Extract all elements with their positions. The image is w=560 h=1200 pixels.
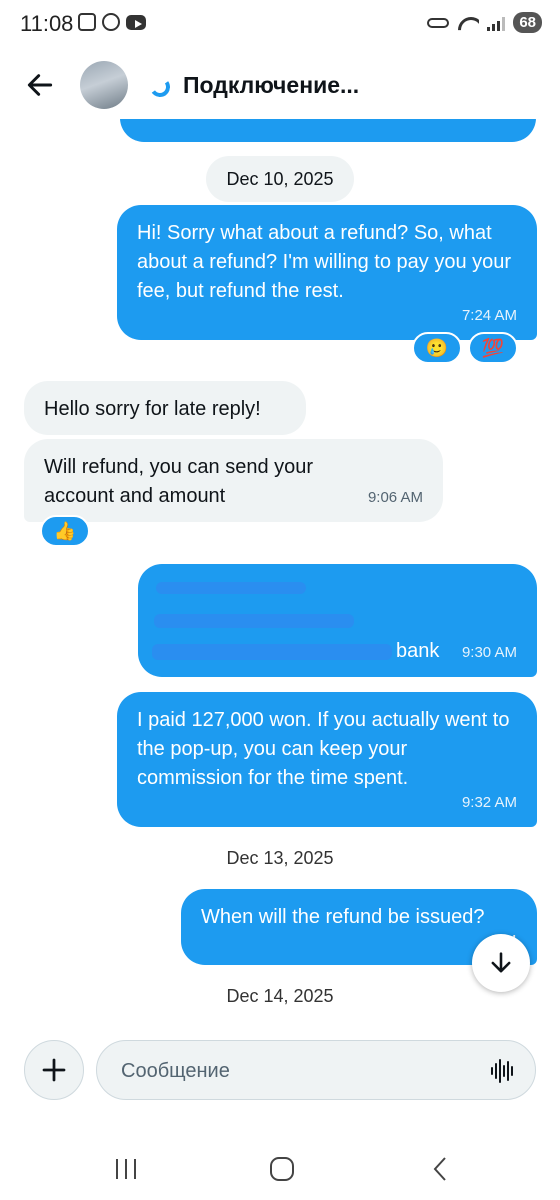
avatar[interactable] [80, 61, 128, 109]
scroll-to-bottom-button[interactable] [472, 934, 530, 992]
incoming-message[interactable]: Will refund, you can send your account a… [24, 439, 443, 522]
message-text: When will the refund be issued? [201, 906, 485, 928]
battery-indicator: 68 [513, 12, 542, 33]
message-text: Hello sorry for late reply! [44, 398, 261, 420]
home-icon [270, 1157, 294, 1181]
incoming-message[interactable]: Hello sorry for late reply! [24, 381, 306, 435]
chat-notification-icon [102, 13, 120, 31]
chevron-left-icon [433, 1157, 446, 1181]
status-time: 11:08 [20, 11, 74, 36]
redaction-scribble [156, 582, 306, 594]
voice-message-icon[interactable] [491, 1059, 513, 1083]
previous-message-bubble[interactable] [120, 118, 536, 142]
message-time: 7:24 AM [461, 307, 517, 324]
status-system-icons: 68 [427, 12, 542, 33]
message-text: Hi! Sorry what about a refund? So, what … [137, 222, 512, 302]
date-separator: Dec 13, 2025 [226, 848, 334, 868]
screenshot-icon [78, 13, 96, 31]
reaction-emoji[interactable]: 👍 [40, 515, 90, 547]
home-button[interactable] [262, 1154, 302, 1184]
message-time: 9:06 AM [367, 489, 423, 506]
redaction-scribble [152, 644, 392, 660]
conversation-title[interactable]: Подключение... [183, 72, 359, 99]
recent-apps-button[interactable] [106, 1154, 146, 1184]
arrow-down-icon [491, 952, 511, 973]
outgoing-message-redacted[interactable]: bank 9:30 AM [138, 564, 537, 677]
signal-icon [487, 15, 506, 31]
message-text: I paid 127,000 won. If you actually went… [137, 709, 510, 789]
conversation-header: Подключение... [0, 55, 560, 119]
back-nav-button[interactable] [420, 1154, 460, 1184]
date-separator: Dec 10, 2025 [206, 156, 354, 202]
status-bar: 11:08 68 [0, 0, 560, 50]
vpn-key-icon [427, 17, 450, 28]
arrow-left-icon [27, 74, 53, 96]
system-navigation-bar [0, 1140, 560, 1200]
message-time: 9:32 AM [461, 794, 517, 811]
reaction-emoji[interactable]: 🥲 [412, 332, 462, 364]
message-text: Will refund, you can send your account a… [44, 456, 314, 507]
loading-spinner-icon [148, 75, 172, 99]
plus-icon [42, 1058, 66, 1082]
add-attachment-button[interactable] [24, 1040, 84, 1100]
message-composer[interactable] [96, 1040, 536, 1100]
message-input[interactable] [121, 1055, 461, 1087]
date-separator: Dec 14, 2025 [226, 986, 334, 1006]
status-notification-icons [78, 13, 146, 31]
wifi-icon [457, 15, 479, 31]
outgoing-message[interactable]: I paid 127,000 won. If you actually went… [117, 692, 537, 827]
youtube-icon [126, 15, 146, 30]
recent-apps-icon [116, 1159, 136, 1179]
redaction-scribble [154, 614, 354, 628]
reaction-emoji[interactable]: 💯 [468, 332, 518, 364]
message-time: 9:30 AM [461, 644, 517, 661]
outgoing-message[interactable]: Hi! Sorry what about a refund? So, what … [117, 205, 537, 340]
message-text: bank [396, 640, 440, 662]
back-button[interactable] [24, 69, 60, 105]
